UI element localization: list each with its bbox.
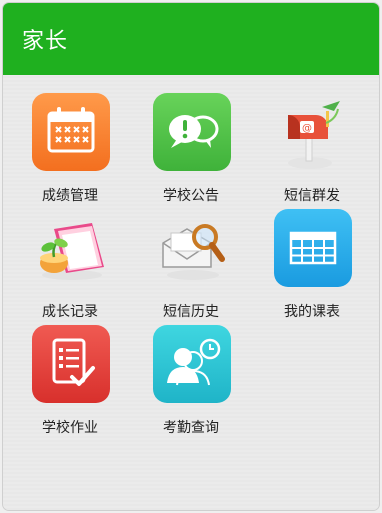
tile-sms-broadcast[interactable]: @ 短信群发 xyxy=(262,93,362,204)
attendance-clock-icon xyxy=(153,325,231,403)
envelope-search-icon xyxy=(153,209,231,287)
svg-text:@: @ xyxy=(302,123,312,134)
tile-label: 短信历史 xyxy=(163,304,219,320)
tile-label: 学校公告 xyxy=(163,188,219,204)
tile-sms-history[interactable]: 短信历史 xyxy=(141,209,241,320)
tile-label: 学校作业 xyxy=(42,420,98,436)
app-header: 家长 xyxy=(3,3,379,75)
tile-school-homework[interactable]: 学校作业 xyxy=(20,325,120,436)
mailbox-icon: @ xyxy=(274,93,352,171)
tile-label: 成绩管理 xyxy=(42,188,98,204)
tile-grade-management[interactable]: 成绩管理 xyxy=(20,93,120,204)
app-frame: 家长 成绩管理 学校公告 @ 短信群发 成长记录 短信历史 我的课表 学校作业 … xyxy=(3,3,379,510)
tile-label: 考勤查询 xyxy=(163,420,219,436)
tile-label: 短信群发 xyxy=(284,188,340,204)
tile-growth-record[interactable]: 成长记录 xyxy=(20,209,120,320)
tile-attendance-query[interactable]: 考勤查询 xyxy=(141,325,241,436)
chat-bubbles-icon xyxy=(153,93,231,171)
timetable-icon xyxy=(274,209,352,287)
tile-school-notice[interactable]: 学校公告 xyxy=(141,93,241,204)
tile-my-timetable[interactable]: 我的课表 xyxy=(262,209,362,320)
tile-label: 成长记录 xyxy=(42,304,98,320)
function-grid: 成绩管理 学校公告 @ 短信群发 成长记录 短信历史 我的课表 学校作业 考勤查… xyxy=(3,75,379,510)
tile-label: 我的课表 xyxy=(284,304,340,320)
homework-checklist-icon xyxy=(32,325,110,403)
page-title: 家长 xyxy=(22,29,69,54)
calendar-icon xyxy=(32,93,110,171)
growth-book-icon xyxy=(32,209,110,287)
